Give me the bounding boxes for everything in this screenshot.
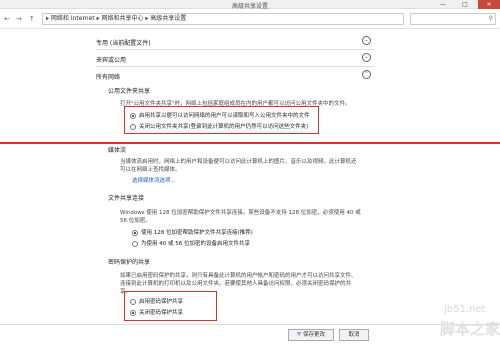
password-option-on[interactable]: 启用密码保护共享 [130,297,183,305]
breadcrumb[interactable]: ▸ 网络和 Internet ▸ 网络和共享中心 ▸ 高级共享设置 [42,13,404,25]
password-description-line1: 如果已启用密码保护的共享，则只有具备此计算机的用户帐户和密码的用户才可以访问共享… [120,273,357,279]
option-label: 为使用 40 或 56 位加密的设备启用文件共享 [141,241,250,247]
media-title: 媒体流 [108,147,127,154]
radio-icon[interactable] [130,123,136,130]
option-label: 启用密码保护共享 [139,299,184,305]
save-changes-button[interactable]: ⛨ 保存更改 [288,329,334,341]
shield-icon: ⛨ [297,332,302,338]
option-label: 启用共享以便可以访问网络的用户可以读取和写入公用文件夹中的文件 [139,113,310,119]
radio-icon[interactable] [130,298,136,305]
address-bar: ← → ↑ ▸ 网络和 Internet ▸ 网络和共享中心 ▸ 高级共享设置 … [0,9,500,29]
chevron-down-icon[interactable]: ⌄ [362,53,371,62]
profile-all-label[interactable]: 所有网络 [96,72,120,81]
back-arrow-icon[interactable]: ← [4,15,10,23]
highlight-box [124,291,217,321]
close-button[interactable]: ✕ [478,0,500,9]
divider [96,66,374,67]
radio-selected-icon[interactable] [130,112,136,119]
watermark-brand: 脚本之家 [440,320,500,338]
option-label: 关闭公用文件夹共享(登录到此计算机的用户仍然可以访问这些文件夹) [139,124,309,130]
password-description-line2: 连接到此计算机的打印机以及公用文件夹。若要使其他人具备访问权限，必须关闭密码保护… [120,281,352,287]
watermark-site: jb51.net [444,304,486,315]
encryption-40-56-option[interactable]: 为使用 40 或 56 位加密的设备启用文件共享 [132,239,250,247]
media-description-line2: 可以在网络上查找媒体。 [120,167,181,173]
save-label: 保存更改 [302,332,325,338]
encryption-128-option[interactable]: 使用 128 位加密帮助保护文件共享连接(推荐) [132,228,253,236]
public-folder-option-on[interactable]: 启用共享以便可以访问网络的用户可以读取和写入公用文件夹中的文件 [130,111,310,119]
option-label: 关闭密码保护共享 [139,310,184,316]
media-options-link[interactable]: 选择媒体流选项... [132,176,176,184]
file-sharing-description-line2: 56 位加密。 [120,218,151,224]
media-description-line1: 当媒体流启用时，网络上的用户和设备便可以访问此计算机上的图片、音乐以及视频。此计… [120,159,357,165]
cancel-button[interactable]: 取消 [339,329,369,341]
file-sharing-title: 文件共享连接 [108,195,145,202]
maximize-button[interactable]: □ [455,0,475,9]
chevron-down-icon[interactable]: ⌄ [362,36,371,45]
file-sharing-description-line1: Windows 使用 128 位加密帮助保护文件共享连接。某些设备不支持 128… [120,210,361,216]
title-bar: 高级共享设置 — □ ✕ [0,0,500,10]
highlight-line [0,142,500,144]
public-folder-option-off[interactable]: 关闭公用文件夹共享(登录到此计算机的用户仍然可以访问这些文件夹) [130,122,308,130]
minimize-button[interactable]: — [433,0,453,9]
profile-guest-label[interactable]: 来宾或公用 [96,55,126,64]
radio-selected-icon[interactable] [130,309,136,316]
password-title: 密码保护的共享 [108,259,151,266]
option-label: 使用 128 位加密帮助保护文件共享连接(推荐) [141,230,253,236]
search-icon[interactable]: ⚲ [489,14,493,24]
up-arrow-icon[interactable]: ↑ [29,15,35,23]
divider [96,49,374,50]
radio-selected-icon[interactable] [132,229,138,236]
profile-private-label[interactable]: 专用 (当前配置文件) [96,38,151,47]
search-input[interactable]: ⚲ [410,13,496,25]
password-option-off[interactable]: 关闭密码保护共享 [130,308,183,316]
radio-icon[interactable] [132,240,138,247]
forward-arrow-icon[interactable]: → [16,15,22,23]
public-folder-title: 公用文件夹共享 [108,88,151,95]
chevron-up-icon[interactable]: ⌃ [362,70,371,79]
footer-divider [0,324,500,325]
